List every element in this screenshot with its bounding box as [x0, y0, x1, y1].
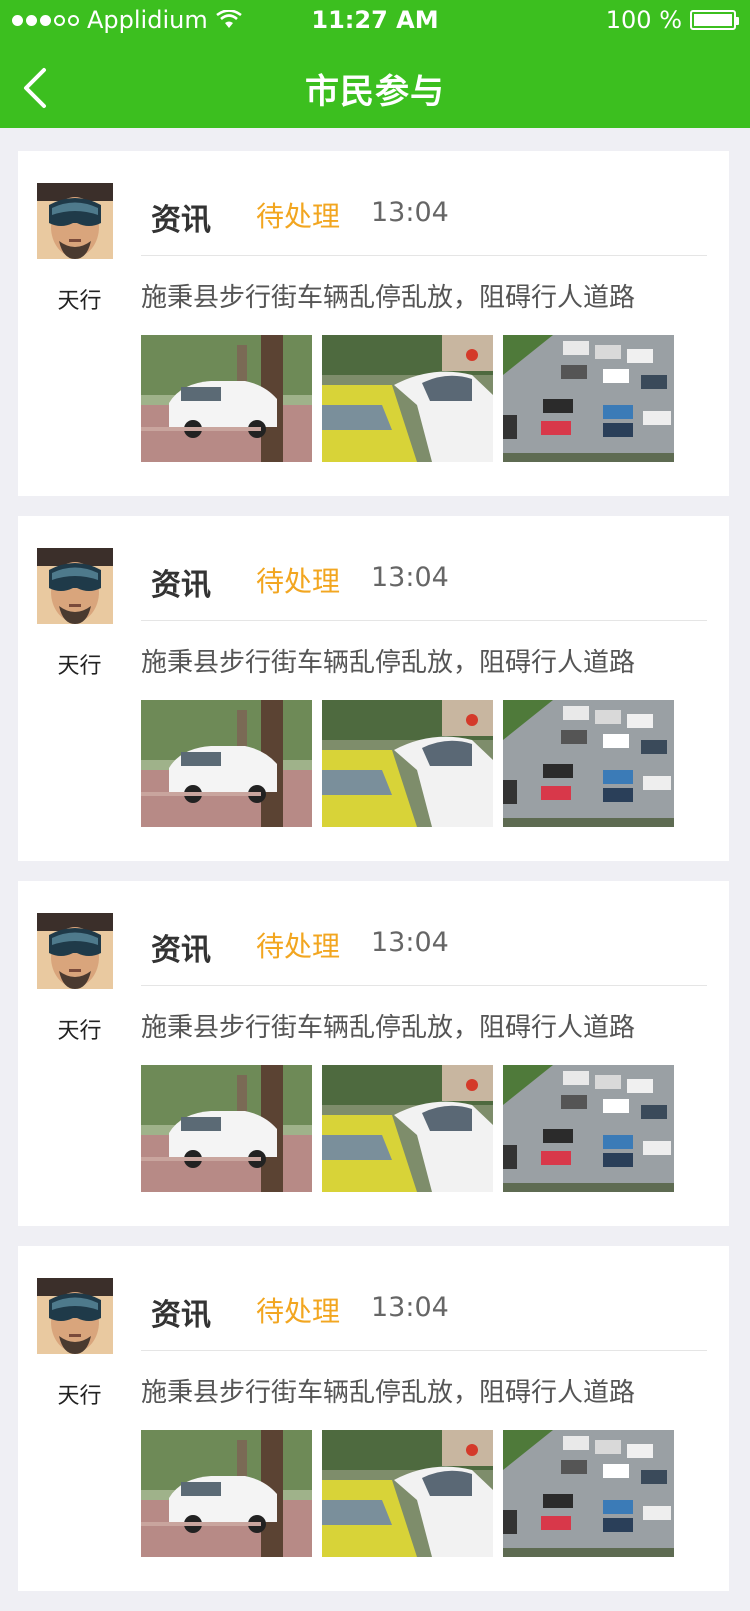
- report-meta: 资讯 待处理 13:04: [141, 1290, 707, 1351]
- app-header: Applidium 11:27 AM 100 % 市民参与: [0, 0, 750, 128]
- photo-row: [141, 700, 674, 827]
- report-type: 资讯: [151, 203, 211, 238]
- username: 天行: [57, 289, 102, 314]
- report-description: 施秉县步行街车辆乱停乱放，阻碍行人道路: [141, 1378, 636, 1408]
- username: 天行: [57, 1384, 102, 1409]
- sidewalk-parked-car-photo[interactable]: [141, 1065, 312, 1192]
- report-card[interactable]: 天行 资讯 待处理 13:04 施秉县步行街车辆乱停乱放，阻碍行人道路: [18, 881, 729, 1226]
- battery-percent: 100 %: [605, 6, 682, 34]
- username: 天行: [57, 1019, 102, 1044]
- status-badge: 待处理: [256, 1295, 341, 1328]
- report-type: 资讯: [151, 568, 211, 603]
- street-taxi-traffic-photo[interactable]: [322, 1430, 493, 1557]
- report-type: 资讯: [151, 933, 211, 968]
- report-description: 施秉县步行街车辆乱停乱放，阻碍行人道路: [141, 1013, 636, 1043]
- report-time: 13:04: [371, 197, 449, 228]
- report-meta: 资讯 待处理 13:04: [141, 195, 707, 256]
- report-type: 资讯: [151, 1298, 211, 1333]
- battery-icon: [690, 10, 739, 30]
- street-taxi-traffic-photo[interactable]: [322, 1065, 493, 1192]
- parking-lot-aerial-photo[interactable]: [503, 1430, 674, 1557]
- report-time: 13:04: [371, 562, 449, 593]
- status-badge: 待处理: [256, 565, 341, 598]
- page-title: 市民参与: [305, 72, 445, 112]
- parking-lot-aerial-photo[interactable]: [503, 700, 674, 827]
- report-time: 13:04: [371, 1292, 449, 1323]
- sidewalk-parked-car-photo[interactable]: [141, 700, 312, 827]
- photo-row: [141, 1065, 674, 1192]
- report-card[interactable]: 天行 资讯 待处理 13:04 施秉县步行街车辆乱停乱放，阻碍行人道路: [18, 516, 729, 861]
- user-avatar[interactable]: [37, 913, 113, 989]
- report-card[interactable]: 天行 资讯 待处理 13:04 施秉县步行街车辆乱停乱放，阻碍行人道路: [18, 151, 729, 496]
- report-description: 施秉县步行街车辆乱停乱放，阻碍行人道路: [141, 283, 636, 313]
- report-time: 13:04: [371, 927, 449, 958]
- photo-row: [141, 335, 674, 462]
- status-badge: 待处理: [256, 200, 341, 233]
- sidewalk-parked-car-photo[interactable]: [141, 1430, 312, 1557]
- parking-lot-aerial-photo[interactable]: [503, 335, 674, 462]
- street-taxi-traffic-photo[interactable]: [322, 700, 493, 827]
- report-list: 天行 资讯 待处理 13:04 施秉县步行街车辆乱停乱放，阻碍行人道路 天行 资…: [18, 151, 729, 1611]
- sidewalk-parked-car-photo[interactable]: [141, 335, 312, 462]
- status-bar: Applidium 11:27 AM 100 %: [0, 0, 750, 40]
- status-badge: 待处理: [256, 930, 341, 963]
- user-avatar[interactable]: [37, 183, 113, 259]
- status-right: 100 %: [605, 6, 739, 34]
- report-description: 施秉县步行街车辆乱停乱放，阻碍行人道路: [141, 648, 636, 678]
- report-meta: 资讯 待处理 13:04: [141, 560, 707, 621]
- user-avatar[interactable]: [37, 1278, 113, 1354]
- username: 天行: [57, 654, 102, 679]
- report-card[interactable]: 天行 资讯 待处理 13:04 施秉县步行街车辆乱停乱放，阻碍行人道路: [18, 1246, 729, 1591]
- parking-lot-aerial-photo[interactable]: [503, 1065, 674, 1192]
- report-meta: 资讯 待处理 13:04: [141, 925, 707, 986]
- user-avatar[interactable]: [37, 548, 113, 624]
- photo-row: [141, 1430, 674, 1557]
- street-taxi-traffic-photo[interactable]: [322, 335, 493, 462]
